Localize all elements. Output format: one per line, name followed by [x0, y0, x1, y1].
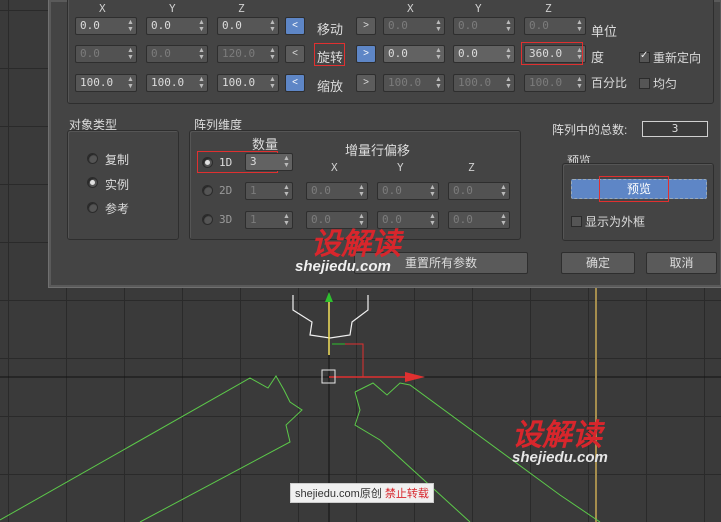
- scale-right-arrow-button[interactable]: >: [356, 74, 376, 92]
- footer-note: 禁止转载: [384, 488, 429, 500]
- dim-3d-z[interactable]: 0.0 ▲ ▼: [448, 211, 510, 229]
- offset-y-header: Y: [397, 161, 404, 174]
- axis-y-header-total: Y: [475, 2, 482, 15]
- rotate-z-total-highlight: [521, 42, 583, 65]
- rotate-z-incr[interactable]: 120.0 ▲ ▼: [217, 45, 279, 63]
- dim-1d-label: 1D: [219, 156, 233, 169]
- scale-left-arrow-button[interactable]: <: [285, 74, 305, 92]
- scale-z-incr[interactable]: 100.0 ▲ ▼: [217, 74, 279, 92]
- scale-y-total[interactable]: 100.0 ▲ ▼: [453, 74, 515, 92]
- dim-2d-count[interactable]: 1 ▲ ▼: [245, 182, 293, 200]
- cancel-button[interactable]: 取消: [646, 252, 717, 274]
- offset-z-header: Z: [468, 161, 475, 174]
- move-z-incr[interactable]: 0.0 ▲ ▼: [217, 17, 279, 35]
- offset-x-header: X: [331, 161, 338, 174]
- scale-x-total[interactable]: 100.0 ▲ ▼: [383, 74, 445, 92]
- rotate-x-total[interactable]: 0.0 ▲ ▼: [383, 45, 445, 63]
- move-label: 移动: [317, 22, 344, 37]
- scale-x-incr[interactable]: 100.0 ▲ ▼: [75, 74, 137, 92]
- uniform-label: 均匀: [653, 77, 678, 91]
- rotate-y-total[interactable]: 0.0 ▲ ▼: [453, 45, 515, 63]
- watermark-domain-upper: shejiedu.com: [295, 258, 391, 275]
- move-right-arrow-button[interactable]: >: [356, 17, 376, 35]
- reorient-checkbox[interactable]: [639, 50, 650, 63]
- watermark-brand-upper: 设解读: [311, 219, 401, 263]
- dim-2d-radio[interactable]: [202, 185, 213, 196]
- watermark-brand-text: 设解读: [512, 419, 602, 452]
- axis-y-header-incr: Y: [169, 2, 176, 15]
- scale-label: 缩放: [317, 79, 344, 94]
- total-in-array-value: 3: [671, 122, 679, 135]
- copy-label: 复制: [105, 153, 130, 167]
- instance-radio[interactable]: [87, 177, 98, 188]
- dim-2d-x[interactable]: 0.0 ▲ ▼: [306, 182, 368, 200]
- dim-2d-z[interactable]: 0.0 ▲ ▼: [448, 182, 510, 200]
- incr-offset-header: 增量行偏移: [345, 143, 411, 158]
- dim-3d-count[interactable]: 1 ▲ ▼: [245, 211, 293, 229]
- dim-1d-radio[interactable]: [202, 157, 213, 168]
- move-z-total[interactable]: 0.0 ▲ ▼: [524, 17, 586, 35]
- rotate-y-incr[interactable]: 0.0 ▲ ▼: [146, 45, 208, 63]
- uniform-checkbox[interactable]: [639, 78, 650, 89]
- footer-domain: shejiedu.com原创: [295, 488, 382, 500]
- dim-2d-y[interactable]: 0.0 ▲ ▼: [377, 182, 439, 200]
- move-y-incr[interactable]: 0.0 ▲ ▼: [146, 17, 208, 35]
- rotate-label-highlight: [314, 43, 345, 66]
- rotate-left-arrow-button[interactable]: <: [285, 45, 305, 63]
- reference-label: 参考: [105, 202, 130, 216]
- move-x-incr[interactable]: 0.0 ▲ ▼: [75, 17, 137, 35]
- show-as-box-label: 显示为外框: [585, 215, 646, 229]
- move-left-arrow-button[interactable]: <: [285, 17, 305, 35]
- watermark-domain-lower: shejiedu.com: [512, 449, 608, 466]
- reorient-label: 重新定向: [653, 51, 702, 65]
- footer-watermark: shejiedu.com原创 禁止转载: [290, 483, 434, 503]
- preview-button-highlight: [599, 176, 669, 202]
- watermark-brand-lower: 设解读: [512, 410, 602, 454]
- percent-label: 百分比: [591, 76, 628, 90]
- instance-label: 实例: [105, 178, 130, 192]
- dim-2d-label: 2D: [219, 184, 233, 197]
- axis-x-header-total: X: [407, 2, 414, 15]
- units-label: 单位: [591, 24, 618, 39]
- total-in-array-label: 阵列中的总数:: [552, 123, 628, 137]
- degrees-label: 度: [591, 50, 605, 65]
- dim-3d-radio[interactable]: [202, 214, 213, 225]
- move-y-total[interactable]: 0.0 ▲ ▼: [453, 17, 515, 35]
- scale-y-incr[interactable]: 100.0 ▲ ▼: [146, 74, 208, 92]
- array-dialog: X Y Z X Y Z 0.0 ▲ ▼ 0.0 ▲ ▼ 0.0 ▲ ▼ < 移动 > 0.0…: [48, 0, 721, 288]
- ok-button[interactable]: 确定: [561, 252, 635, 274]
- axis-z-header-total: Z: [545, 2, 552, 15]
- rotate-x-incr[interactable]: 0.0 ▲ ▼: [75, 45, 137, 63]
- total-in-array-value-box: 3: [642, 121, 708, 137]
- axis-z-header-incr: Z: [238, 2, 245, 15]
- rotate-right-arrow-button[interactable]: >: [356, 45, 376, 63]
- axis-x-header-incr: X: [99, 2, 106, 15]
- dim-1d-count[interactable]: 3 ▲ ▼: [245, 153, 293, 171]
- scale-z-total[interactable]: 100.0 ▲ ▼: [524, 74, 586, 92]
- dim-3d-label: 3D: [219, 213, 233, 226]
- reference-radio[interactable]: [87, 202, 98, 213]
- move-x-total[interactable]: 0.0 ▲ ▼: [383, 17, 445, 35]
- copy-radio[interactable]: [87, 153, 98, 164]
- show-as-box-checkbox[interactable]: [571, 216, 582, 227]
- watermark-brand-upper-text: 设解读: [311, 228, 401, 261]
